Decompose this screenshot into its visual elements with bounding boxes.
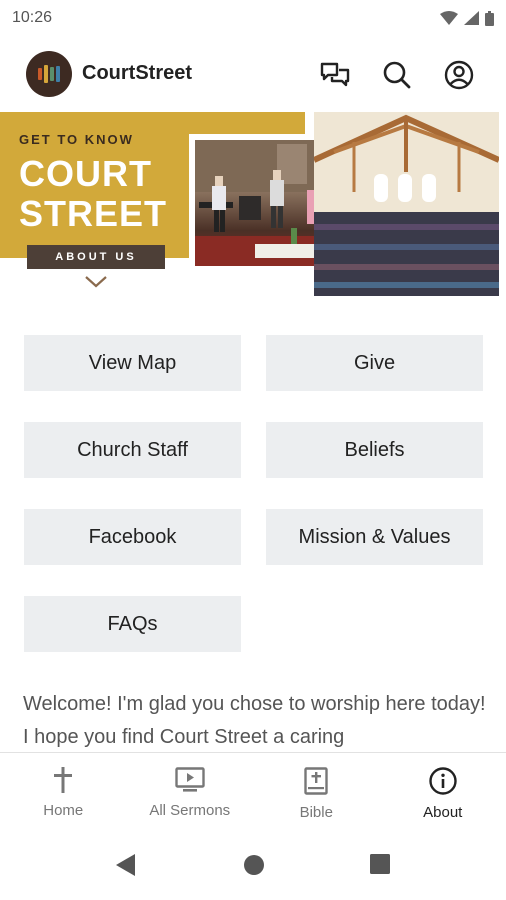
welcome-text: Welcome! I'm glad you chose to worship h…	[23, 693, 486, 748]
cross-icon	[54, 767, 73, 793]
account-icon	[444, 60, 474, 90]
nav-all-sermons[interactable]: All Sermons	[127, 753, 254, 829]
status-time: 10:26	[12, 9, 53, 26]
status-bar: 10:26	[0, 0, 506, 36]
hero-title: COURT STREET	[19, 154, 167, 234]
app-actions	[318, 58, 476, 92]
home-circle-icon[interactable]	[243, 854, 265, 876]
nav-about[interactable]: About	[380, 753, 506, 829]
hero-title-line1: COURT	[19, 153, 152, 194]
status-icons	[440, 10, 494, 26]
hero-title-line2: STREET	[19, 193, 168, 234]
search-button[interactable]	[380, 58, 414, 92]
app-logo	[26, 51, 72, 97]
hero-banner: GET TO KNOW COURT STREET ABOUT US	[0, 112, 506, 298]
recents-icon[interactable]	[370, 854, 390, 874]
messages-icon	[320, 62, 350, 87]
app-bar: CourtStreet	[0, 44, 506, 106]
give-button[interactable]: Give	[266, 335, 483, 391]
system-nav-bar	[0, 828, 506, 900]
nav-home[interactable]: Home	[0, 753, 127, 829]
mission-values-button[interactable]: Mission & Values	[266, 509, 483, 565]
nav-all-sermons-label: All Sermons	[149, 802, 231, 819]
app-title: CourtStreet	[82, 62, 193, 84]
about-us-button[interactable]: ABOUT US	[27, 245, 165, 269]
messages-button[interactable]	[318, 58, 352, 92]
signal-icon	[464, 11, 479, 25]
church-staff-button[interactable]: Church Staff	[24, 422, 241, 478]
search-icon	[383, 61, 411, 89]
facebook-button[interactable]: Facebook	[24, 509, 241, 565]
hero-eyebrow: GET TO KNOW	[19, 132, 134, 147]
congregation-photo	[314, 112, 499, 296]
nav-about-label: About	[423, 804, 463, 821]
info-icon	[429, 767, 457, 795]
nav-home-label: Home	[43, 802, 84, 819]
band-photo-illustration	[195, 140, 331, 266]
nav-bible-label: Bible	[299, 804, 333, 821]
congregation-illustration	[314, 112, 499, 296]
monitor-play-icon	[175, 767, 205, 792]
battery-icon	[485, 10, 494, 26]
beliefs-button[interactable]: Beliefs	[266, 422, 483, 478]
bible-icon	[304, 767, 328, 795]
bottom-nav: Home All Sermons Bible About	[0, 752, 506, 829]
wifi-icon	[440, 11, 458, 25]
view-map-button[interactable]: View Map	[24, 335, 241, 391]
chevron-down-icon	[85, 276, 107, 288]
back-icon[interactable]	[116, 854, 136, 876]
faqs-button[interactable]: FAQs	[24, 596, 241, 652]
account-button[interactable]	[442, 58, 476, 92]
nav-bible[interactable]: Bible	[253, 753, 380, 829]
